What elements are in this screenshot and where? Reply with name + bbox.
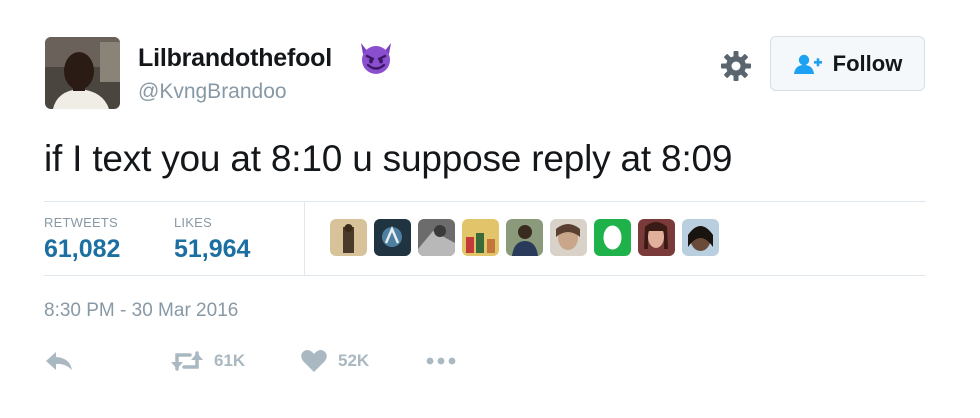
- liker-avatar[interactable]: [550, 219, 587, 256]
- heart-icon: [300, 349, 328, 373]
- liker-avatar[interactable]: [506, 219, 543, 256]
- devil-emoji: [357, 41, 395, 75]
- likes-label: LIKES: [174, 215, 212, 230]
- divider: [44, 201, 926, 202]
- follow-button[interactable]: Follow: [770, 36, 925, 91]
- like-button[interactable]: 52K: [300, 346, 369, 376]
- liker-avatar[interactable]: [418, 219, 455, 256]
- follow-person-icon: [793, 53, 823, 75]
- more-button[interactable]: [426, 346, 456, 376]
- divider: [44, 275, 926, 276]
- liker-avatars: [330, 219, 719, 257]
- gear-icon[interactable]: [718, 48, 754, 84]
- like-count: 52K: [338, 351, 370, 370]
- retweet-icon: [170, 349, 204, 373]
- tweet-timestamp[interactable]: 8:30 PM - 30 Mar 2016: [44, 300, 238, 322]
- follow-label: Follow: [832, 50, 903, 76]
- tweet-text: if I text you at 8:10 u suppose reply at…: [44, 138, 733, 179]
- liker-avatar[interactable]: [638, 219, 675, 256]
- divider: [304, 202, 305, 275]
- more-icon: [426, 356, 456, 366]
- retweets-count[interactable]: 61,082: [44, 235, 120, 264]
- retweet-button[interactable]: 61K: [170, 346, 245, 376]
- reply-button[interactable]: [44, 346, 74, 376]
- liker-avatar[interactable]: [682, 219, 719, 256]
- liker-avatar[interactable]: [374, 219, 411, 256]
- tweet-card: Lilbrandothefool @KvngBrandoo Follow if …: [0, 0, 980, 418]
- liker-avatar[interactable]: [594, 219, 631, 256]
- display-name[interactable]: Lilbrandothefool: [138, 44, 332, 73]
- liker-avatar[interactable]: [330, 219, 367, 256]
- reply-icon: [44, 349, 74, 373]
- user-handle[interactable]: @KvngBrandoo: [138, 80, 287, 104]
- liker-avatar[interactable]: [462, 219, 499, 256]
- retweets-label: RETWEETS: [44, 215, 118, 230]
- retweet-count: 61K: [214, 351, 246, 370]
- avatar[interactable]: [45, 37, 120, 109]
- likes-count[interactable]: 51,964: [174, 235, 250, 264]
